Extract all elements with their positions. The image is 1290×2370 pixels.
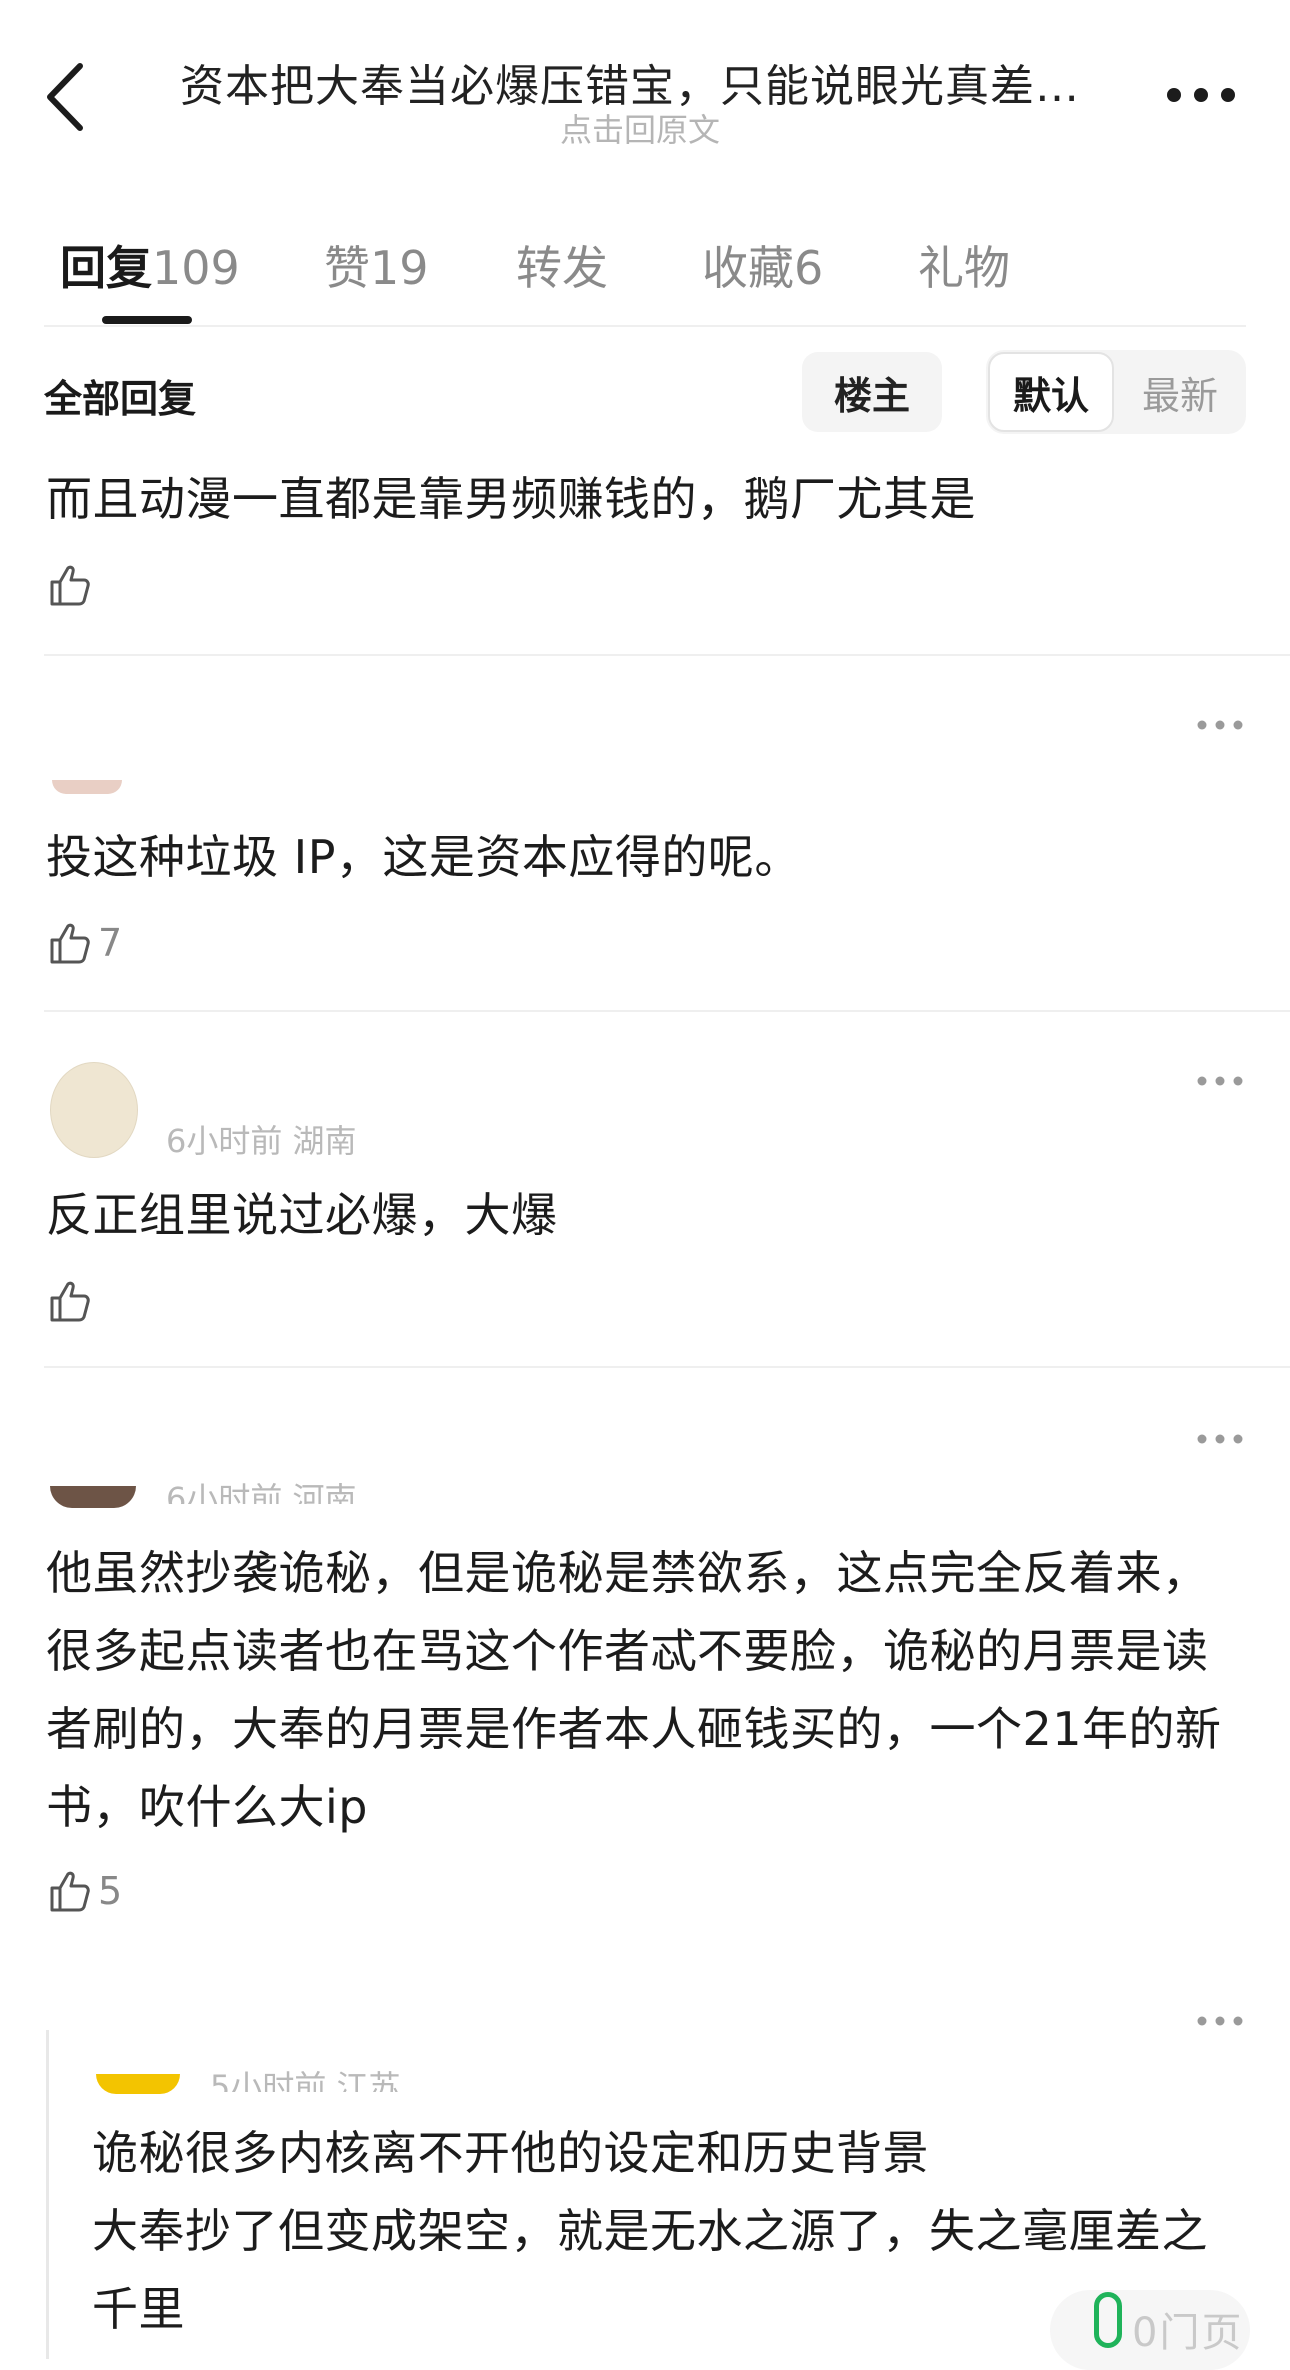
back-chevron-icon[interactable] bbox=[42, 62, 92, 132]
tab-label: 转发 bbox=[516, 241, 608, 295]
comment-text: 而且动漫一直都是靠男频赚钱的，鹅厂尤其是 bbox=[46, 472, 976, 526]
tab-reposts[interactable]: 转发 bbox=[516, 232, 608, 298]
comment-meta: 5小时前 江苏 bbox=[210, 2068, 401, 2092]
tab-likes[interactable]: 赞19 bbox=[324, 232, 429, 298]
more-dots-icon[interactable] bbox=[1196, 718, 1244, 732]
comment-meta: 6小时前 河南 bbox=[166, 1480, 357, 1504]
tab-count: 19 bbox=[370, 241, 429, 295]
tab-label: 回复 bbox=[60, 241, 152, 295]
like-count: 5 bbox=[98, 1869, 123, 1913]
reply-thread-bar bbox=[46, 2030, 49, 2359]
comment-text: 反正组里说过必爆，大爆 bbox=[46, 1188, 558, 1242]
divider bbox=[44, 654, 1290, 656]
active-tab-indicator bbox=[102, 316, 192, 324]
all-replies-heading: 全部回复 bbox=[44, 377, 197, 421]
more-dots-icon[interactable] bbox=[1196, 1432, 1244, 1446]
tab-gifts[interactable]: 礼物 bbox=[918, 232, 1010, 298]
thumbs-up-icon bbox=[50, 565, 90, 606]
avatar[interactable] bbox=[96, 2074, 180, 2094]
avatar[interactable] bbox=[50, 1062, 138, 1158]
thumbs-up-icon bbox=[50, 923, 90, 964]
tab-label: 赞 bbox=[324, 241, 370, 295]
more-dots-icon[interactable] bbox=[1166, 80, 1236, 110]
tab-label: 收藏 bbox=[702, 241, 794, 295]
more-dots-icon[interactable] bbox=[1196, 1074, 1244, 1088]
avatar[interactable] bbox=[52, 780, 122, 794]
sort-default-button[interactable]: 默认 bbox=[988, 352, 1114, 432]
tab-replies[interactable]: 回复109 bbox=[60, 232, 240, 298]
tab-count: 109 bbox=[152, 241, 240, 295]
back-to-original-link[interactable]: 点击回原文 bbox=[560, 105, 720, 151]
comment-text: 投这种垃圾 IP，这是资本应得的呢。 bbox=[46, 830, 801, 884]
tab-favorites[interactable]: 收藏6 bbox=[702, 232, 823, 298]
tab-count: 6 bbox=[794, 241, 824, 295]
divider bbox=[44, 325, 1246, 327]
like-button[interactable] bbox=[46, 560, 98, 610]
thumbs-up-icon bbox=[50, 1281, 90, 1322]
app-logo-icon bbox=[1094, 2292, 1122, 2348]
sort-latest-button[interactable]: 最新 bbox=[1130, 352, 1230, 432]
divider bbox=[44, 1010, 1290, 1012]
like-button[interactable] bbox=[46, 1276, 98, 1326]
comment-text: 他虽然抄袭诡秘，但是诡秘是禁欲系，这点完全反着来，很多起点读者也在骂这个作者忒不… bbox=[46, 1546, 1222, 1834]
like-button[interactable]: 5 bbox=[46, 1866, 122, 1916]
tab-label: 礼物 bbox=[918, 241, 1010, 295]
badge-text: 0门页 bbox=[1132, 2310, 1244, 2356]
owner-only-button[interactable]: 楼主 bbox=[802, 352, 942, 432]
like-count: 7 bbox=[98, 921, 123, 965]
like-button[interactable]: 7 bbox=[46, 918, 122, 968]
more-dots-icon[interactable] bbox=[1196, 2014, 1244, 2028]
thumbs-up-icon bbox=[50, 1871, 90, 1912]
avatar[interactable] bbox=[50, 1486, 136, 1508]
reply-text-line: 诡秘很多内核离不开他的设定和历史背景 bbox=[92, 2126, 929, 2180]
divider bbox=[44, 1366, 1290, 1368]
comment-meta: 6小时前 湖南 bbox=[166, 1122, 357, 1160]
